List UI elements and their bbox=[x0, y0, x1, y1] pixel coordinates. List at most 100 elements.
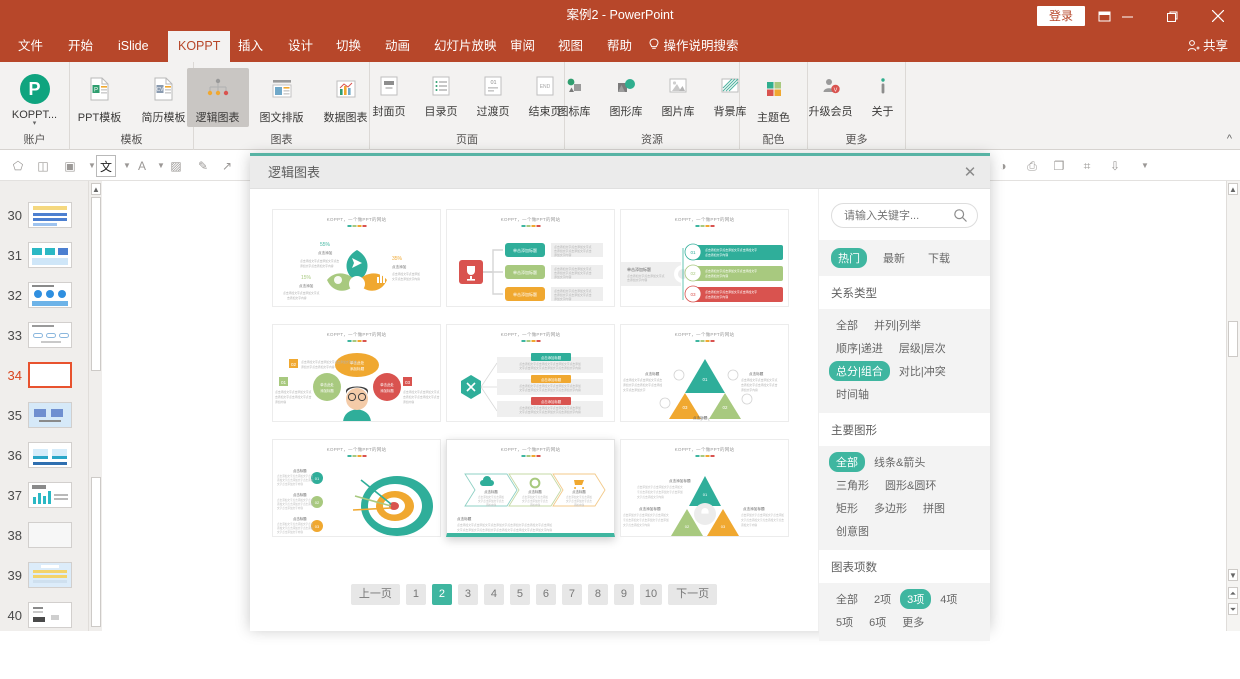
close-button[interactable] bbox=[1195, 0, 1240, 31]
filter-relationship-total-sub[interactable]: 总分|组合 bbox=[829, 361, 890, 381]
tab-view[interactable]: 视图 bbox=[548, 31, 593, 62]
tab-review[interactable]: 审阅 bbox=[500, 31, 545, 62]
ribbon-item-icon-library[interactable]: 图标库 bbox=[549, 68, 599, 121]
filter-count-all[interactable]: 全部 bbox=[829, 589, 865, 609]
template-card-person-three-bubbles-diagram[interactable]: KOPPT，一个做PPT的网站 单击此处 添加标题 单击此处 添加标题 单击此处… bbox=[272, 324, 441, 422]
slide-thumbnail-32[interactable]: 32 bbox=[0, 275, 88, 315]
doc-scroll-down-button[interactable]: ▼ bbox=[1228, 569, 1238, 581]
pagination-page-8[interactable]: 8 bbox=[587, 584, 608, 605]
slide-thumbnail-40[interactable]: 40 bbox=[0, 595, 88, 631]
crop-icon[interactable]: ⌗ bbox=[1077, 155, 1097, 177]
slide-thumbnail-34[interactable]: 34 bbox=[0, 355, 88, 395]
search-input[interactable] bbox=[844, 204, 949, 227]
sort-tab-newest[interactable]: 最新 bbox=[876, 248, 912, 268]
tab-islide[interactable]: iSlide bbox=[108, 31, 159, 62]
template-card-triangle-three-gears-diagram[interactable]: KOPPT，一个做PPT的网站 01 02 03 点击标题 点击添加文字点击添加… bbox=[620, 324, 789, 422]
ribbon-item-about[interactable]: 关于 bbox=[858, 68, 908, 121]
dialog-close-button[interactable]: ✕ bbox=[960, 163, 980, 183]
more-options-icon[interactable]: ▼ bbox=[1135, 155, 1155, 177]
font-color-icon[interactable]: A bbox=[132, 155, 152, 177]
minimize-button[interactable] bbox=[1105, 0, 1150, 31]
sign-in-button[interactable]: 登录 bbox=[1037, 6, 1085, 26]
template-card-target-arrows-diagram[interactable]: KOPPT，一个做PPT的网站 01 02 03 点击标题 点击添加文字点击添加… bbox=[272, 439, 441, 537]
slide-thumbnail-38[interactable]: 38 bbox=[0, 515, 88, 555]
ribbon-item-ppt-template[interactable]: P PPT模板 bbox=[69, 68, 131, 127]
restore-button[interactable] bbox=[1150, 0, 1195, 31]
filter-count-6[interactable]: 6项 bbox=[862, 612, 893, 632]
ribbon-item-text-image-layout[interactable]: 图文排版 bbox=[251, 68, 313, 127]
filter-count-3[interactable]: 3项 bbox=[900, 589, 932, 609]
filter-count-2[interactable]: 2项 bbox=[867, 589, 898, 609]
ribbon-item-upgrade-member[interactable]: V 升级会员 bbox=[806, 68, 856, 121]
share-button[interactable]: 共享 bbox=[1187, 31, 1228, 62]
doc-next-page-button[interactable]: ⏷ bbox=[1228, 603, 1238, 615]
filter-count-5[interactable]: 5项 bbox=[829, 612, 860, 632]
align-icon[interactable]: ◫ bbox=[33, 155, 53, 177]
template-card-three-chevron-process-diagram[interactable]: KOPPT，一个做PPT的网站 点击标题 点击标题 点击标题 点击添加文字点击添… bbox=[446, 439, 615, 537]
slide-panel-scrollbar[interactable]: ▲ bbox=[88, 181, 102, 631]
ribbon-item-shape-library[interactable]: 图形库 bbox=[601, 68, 651, 121]
filter-relationship-all[interactable]: 全部 bbox=[829, 315, 865, 335]
template-card-hexagon-three-boxes-diagram[interactable]: KOPPT，一个做PPT的网站 点击添加标题 点击添加标题 点击添加标题 点击添… bbox=[446, 324, 615, 422]
filter-count-4[interactable]: 4项 bbox=[933, 589, 964, 609]
slide-thumbnail-30[interactable]: 30 bbox=[0, 195, 88, 235]
ribbon-item-koppt[interactable]: P KOPPT... ▾ bbox=[4, 68, 66, 129]
ribbon-item-cover-page[interactable]: 封面页 bbox=[364, 68, 414, 121]
filter-relationship-hierarchy[interactable]: 层级|层次 bbox=[892, 338, 953, 358]
sort-tab-downloads[interactable]: 下载 bbox=[921, 248, 957, 268]
tab-transition[interactable]: 切换 bbox=[326, 31, 371, 62]
slide-thumbnail-31[interactable]: 31 bbox=[0, 235, 88, 275]
tab-help[interactable]: 帮助 bbox=[597, 31, 642, 62]
template-card-numbered-bars-diagram[interactable]: KOPPT，一个做PPT的网站 单击添加标题 点击添加文字点击添加文字点 击添加… bbox=[620, 209, 789, 307]
tab-home[interactable]: 开始 bbox=[58, 31, 103, 62]
export-icon[interactable]: ⇩ bbox=[1105, 155, 1125, 177]
doc-prev-page-button[interactable]: ⏶ bbox=[1228, 587, 1238, 599]
pagination-page-3[interactable]: 3 bbox=[457, 584, 478, 605]
filter-shape-rectangle[interactable]: 矩形 bbox=[829, 498, 865, 518]
slide-thumbnail-37[interactable]: 37 bbox=[0, 475, 88, 515]
pagination-prev[interactable]: 上一页 bbox=[350, 584, 400, 605]
filter-count-more[interactable]: 更多 bbox=[895, 612, 931, 632]
pagination-page-6[interactable]: 6 bbox=[535, 584, 556, 605]
slide-thumbnail-35[interactable]: 35 bbox=[0, 395, 88, 435]
chinese-text-icon[interactable]: 文 bbox=[96, 155, 116, 177]
ribbon-item-image-library[interactable]: 图片库 bbox=[653, 68, 703, 121]
pagination-page-5[interactable]: 5 bbox=[509, 584, 530, 605]
caret-down-icon[interactable]: ▾ bbox=[33, 120, 37, 127]
document-scrollbar[interactable]: ▲ ▼ ⏶ ⏷ bbox=[1226, 181, 1240, 631]
pagination-page-10[interactable]: 10 bbox=[639, 584, 663, 605]
slide-thumbnail-36[interactable]: 36 bbox=[0, 435, 88, 475]
template-card-trophy-three-branch-diagram[interactable]: KOPPT，一个做PPT的网站 单击添加标题 单击添加标题 单击添加标题 点击添… bbox=[446, 209, 615, 307]
doc-scroll-up-button[interactable]: ▲ bbox=[1228, 183, 1238, 195]
ribbon-item-theme-color[interactable]: 主题色 bbox=[743, 68, 805, 127]
speaker-icon[interactable]: ◑ bbox=[993, 155, 1013, 177]
eyedropper-icon[interactable]: ✎ bbox=[193, 155, 213, 177]
pagination-page-7[interactable]: 7 bbox=[561, 584, 582, 605]
tab-file[interactable]: 文件 bbox=[8, 31, 53, 62]
pagination-next[interactable]: 下一页 bbox=[668, 584, 718, 605]
pagination-page-2[interactable]: 2 bbox=[431, 584, 452, 605]
slide-thumbnail-panel[interactable]: 30 31 32 33 34 35 36 37 38 39 40 bbox=[0, 181, 88, 631]
template-card-three-petal-flower-diagram[interactable]: KOPPT，一个做PPT的网站 55% 点击添加 点击添加文字点击添加文字点击 … bbox=[272, 209, 441, 307]
scroll-thumb-lower[interactable] bbox=[91, 477, 101, 627]
tab-koppt[interactable]: KOPPT bbox=[168, 31, 231, 62]
tell-me-search[interactable]: 操作说明搜索 bbox=[648, 31, 739, 62]
ribbon-item-logic-chart[interactable]: 逻辑图表 bbox=[186, 68, 249, 127]
filter-shape-polygon[interactable]: 多边形 bbox=[867, 498, 914, 518]
filter-relationship-parallel[interactable]: 并列|列举 bbox=[867, 315, 928, 335]
arrow-pointer-icon[interactable]: ↗ bbox=[217, 155, 237, 177]
pagination-page-9[interactable]: 9 bbox=[613, 584, 634, 605]
filter-shape-all[interactable]: 全部 bbox=[829, 452, 865, 472]
print-icon[interactable]: ⎙ bbox=[1022, 155, 1042, 177]
filter-relationship-contrast[interactable]: 对比|冲突 bbox=[892, 361, 953, 381]
filter-shape-creative[interactable]: 创意图 bbox=[829, 521, 876, 541]
sort-tab-hot[interactable]: 热门 bbox=[831, 248, 867, 268]
filter-shape-puzzle[interactable]: 拼图 bbox=[916, 498, 952, 518]
ribbon-item-toc-page[interactable]: 目录页 bbox=[416, 68, 466, 121]
ribbon-item-transition-page[interactable]: 01 过渡页 bbox=[468, 68, 518, 121]
template-card-triangle-three-parts-diagram[interactable]: KOPPT，一个做PPT的网站 01 02 03 点击添加标题 点击添加文字点击… bbox=[620, 439, 789, 537]
collapse-ribbon-button[interactable]: ^ bbox=[1227, 133, 1232, 145]
tab-animation[interactable]: 动画 bbox=[375, 31, 420, 62]
filter-relationship-sequence[interactable]: 顺序|递进 bbox=[829, 338, 890, 358]
ribbon-item-resume-template[interactable]: CV 简历模板 bbox=[133, 68, 195, 127]
